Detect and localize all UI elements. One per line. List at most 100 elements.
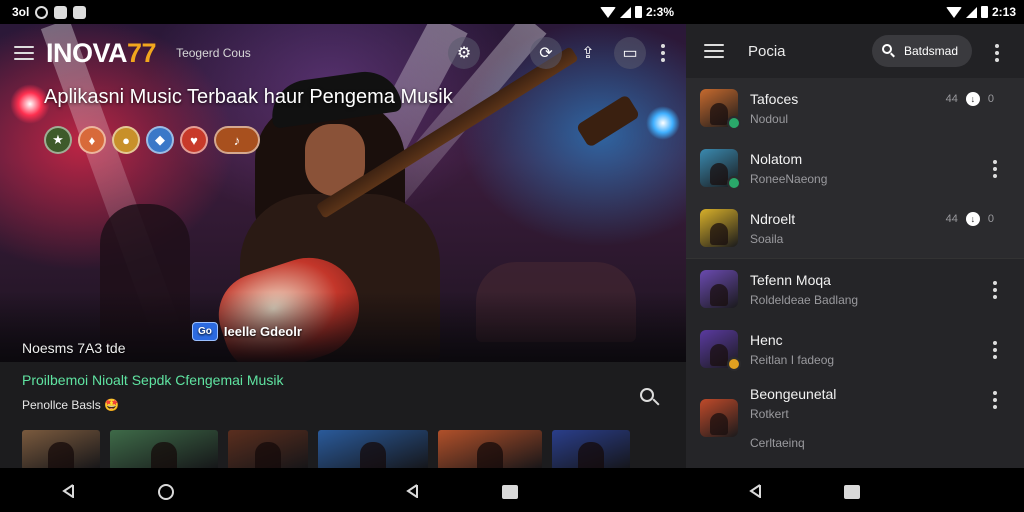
list-item[interactable]: Tafoces Nodoul 44 ↓ 0	[686, 78, 1024, 138]
back-icon[interactable]	[406, 484, 418, 498]
hero-badges: ★ ♦ ● ◆ ♥ ♪	[44, 126, 260, 154]
recent-apps-icon[interactable]	[502, 485, 518, 499]
system-navigation-bar	[0, 468, 1024, 512]
more-options-icon[interactable]	[990, 44, 1004, 62]
sync-icon: ⟳	[539, 45, 553, 62]
now-playing[interactable]: Go Ieelle Gdeolr	[192, 322, 302, 341]
main-pane: INOVA77 Teogerd Cous ⚙ ⟳ ⇪ ▭ Aplikasni M…	[0, 24, 686, 468]
thumbnail[interactable]	[110, 430, 218, 468]
thumbnail[interactable]	[228, 430, 308, 468]
signal-icon	[619, 6, 631, 18]
badge-icon[interactable]: ◆	[146, 126, 174, 154]
item-name: Ndroelt	[750, 210, 796, 227]
panel-search-label: Batdsmad	[903, 44, 958, 58]
battery-icon	[634, 6, 642, 18]
list-item[interactable]: Ndroelt Soaila 44 ↓ 0	[686, 198, 1024, 258]
status-bar-left: 3ol 2:3%	[0, 0, 686, 24]
item-count: 0	[987, 93, 994, 105]
item-meta: 44 ↓ 0	[946, 92, 994, 106]
item-thumbnail	[700, 399, 738, 437]
back-icon[interactable]	[62, 484, 74, 498]
battery-icon	[980, 6, 988, 18]
item-name: Tafoces	[750, 90, 799, 107]
item-subtitle: Reitlan I fadeog	[750, 352, 835, 367]
list-item[interactable]: Gays	[686, 457, 1024, 468]
notification-icon	[35, 5, 49, 19]
search-button[interactable]	[640, 388, 662, 410]
item-meta-value: 44	[945, 93, 958, 105]
item-count: 0	[987, 213, 994, 225]
app-notification-icon	[73, 5, 87, 19]
item-subtitle: RoneeNaeong	[750, 171, 828, 186]
badge-icon[interactable]: ●	[112, 126, 140, 154]
hero-banner[interactable]: INOVA77 Teogerd Cous ⚙ ⟳ ⇪ ▭ Aplikasni M…	[0, 24, 686, 362]
hero-title: Aplikasni Music Terbaak haur Pengema Mus…	[44, 86, 453, 108]
gear-icon: ⚙	[456, 45, 472, 62]
item-name: Beongeunetal	[750, 386, 837, 402]
home-icon[interactable]	[158, 484, 174, 500]
panel-list: Tafoces Nodoul 44 ↓ 0 Nolatom RoneeNaeong Ndroe…	[686, 78, 1024, 468]
top-bar-actions: ⚙ ⟳ ⇪ ▭	[448, 37, 670, 69]
hero-caption: Noesms 7A3 tde	[22, 340, 126, 356]
item-more-options-icon[interactable]	[988, 391, 1002, 409]
list-item[interactable]: Henc Reitlan I fadeog	[686, 319, 1024, 379]
list-item[interactable]: Beongeunetal Rotkert Cerltaeinq	[686, 379, 1024, 457]
item-thumbnail	[700, 270, 738, 308]
breadcrumb[interactable]: Teogerd Cous	[176, 46, 251, 60]
cast-icon: ▭	[622, 45, 638, 62]
settings-button[interactable]: ⚙	[448, 37, 480, 69]
list-item[interactable]: Tefenn Moqa Roldeldeae Badlang	[686, 259, 1024, 319]
status-time: 3ol	[12, 5, 30, 19]
list-item[interactable]: Nolatom RoneeNaeong	[686, 138, 1024, 198]
section-title[interactable]: Proilbemoi Nioalt Sepdk Cfengemai Musik	[22, 372, 283, 388]
back-icon[interactable]	[749, 484, 761, 498]
item-more-options-icon[interactable]	[988, 281, 1002, 299]
status-system-icons: 2:3%	[599, 5, 674, 19]
status-dot-icon	[727, 176, 741, 190]
item-thumbnail	[700, 89, 741, 130]
now-playing-chip: Go	[192, 322, 218, 341]
panel-search-button[interactable]: Batdsmad	[871, 35, 972, 67]
item-subtitle: Soaila	[750, 231, 784, 246]
status-percent: 2:3%	[645, 5, 674, 19]
item-name: Nolatom	[750, 150, 803, 167]
badge-icon[interactable]: ★	[44, 126, 72, 154]
status-system-icons-right: 2:13	[945, 5, 1016, 19]
download-icon[interactable]: ↓	[965, 212, 980, 226]
item-thumbnail	[700, 209, 738, 247]
share-icon: ⇪	[581, 45, 595, 62]
recommendation-section: Proilbemoi Nioalt Sepdk Cfengemai Musik …	[0, 362, 686, 468]
more-options-icon[interactable]	[656, 44, 670, 62]
status-notification-icons: 3ol	[12, 5, 87, 19]
search-icon	[881, 44, 896, 58]
badge-icon[interactable]: ♥	[180, 126, 208, 154]
item-name: Henc	[750, 331, 783, 348]
badge-icon[interactable]: ♪	[214, 126, 260, 154]
item-subtitle: Nodoul	[750, 111, 789, 126]
item-more-options-icon[interactable]	[988, 160, 1002, 178]
cast-button[interactable]: ▭	[614, 37, 646, 69]
thumbnail[interactable]	[438, 430, 542, 468]
status-dot-icon	[727, 357, 741, 371]
app-logo[interactable]: INOVA77	[46, 38, 157, 69]
download-icon[interactable]: ↓	[965, 92, 980, 106]
thumbnail-row	[22, 430, 630, 468]
thumbnail[interactable]	[318, 430, 428, 468]
share-button[interactable]: ⇪	[572, 37, 604, 69]
item-more-options-icon[interactable]	[988, 341, 1002, 359]
section-subtitle: Penollce Basls 🤩	[22, 398, 120, 412]
badge-icon[interactable]: ♦	[78, 126, 106, 154]
item-subtitle: Roldeldeae Badlang	[750, 292, 859, 307]
item-thumbnail	[700, 149, 741, 190]
menu-icon[interactable]	[14, 46, 34, 60]
panel-header: Pocia Batdsmad	[686, 24, 1024, 78]
recent-apps-icon[interactable]	[844, 485, 860, 499]
sync-button[interactable]: ⟳	[530, 37, 562, 69]
side-panel: Pocia Batdsmad Tafoces Nodoul 44 ↓ 0 Nolatom R…	[686, 24, 1024, 468]
menu-icon[interactable]	[704, 44, 724, 58]
item-name: Tefenn Moqa	[750, 271, 831, 288]
thumbnail[interactable]	[22, 430, 100, 468]
status-dot-icon	[727, 116, 741, 130]
thumbnail[interactable]	[552, 430, 630, 468]
status-time-right: 2:13	[991, 5, 1016, 19]
